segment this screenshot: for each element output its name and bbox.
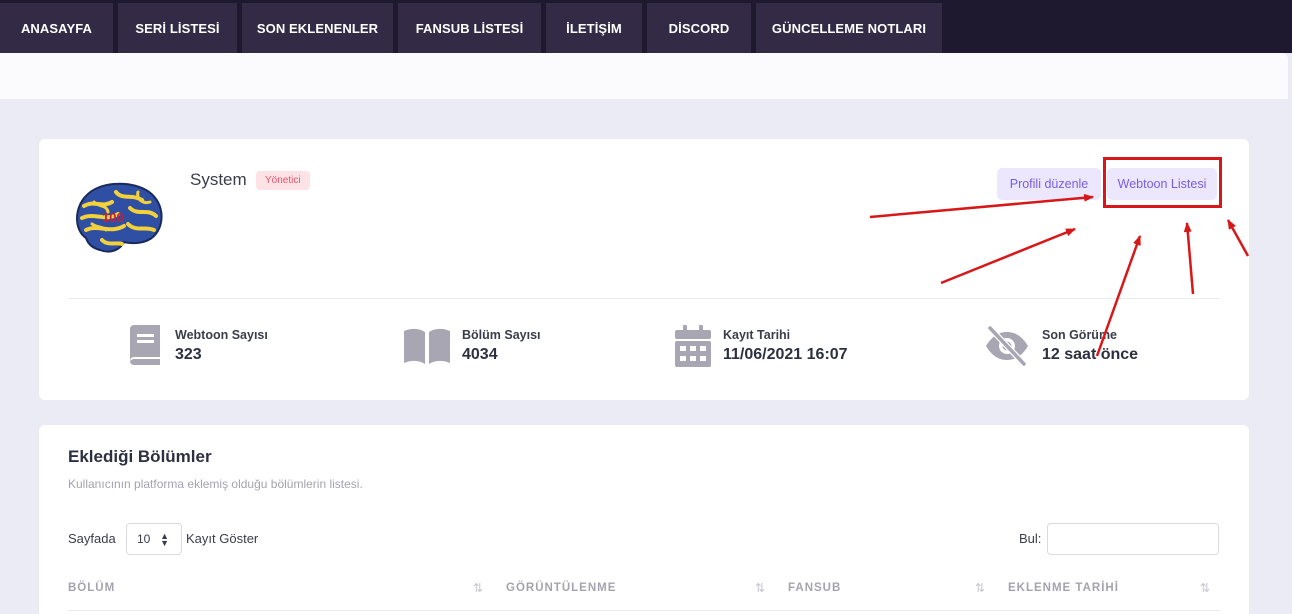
table-header-divider: [68, 610, 1220, 611]
nav-tab-discord[interactable]: DİSCORD: [647, 3, 751, 53]
nav-tab-son-eklenenler[interactable]: SON EKLENENLER: [242, 3, 393, 53]
stat-label-son-gorume: Son Görüme: [1042, 328, 1118, 342]
stat-value-webtoon: 323: [175, 346, 202, 363]
nav-tab-seri-listesi[interactable]: SERİ LİSTESİ: [118, 3, 237, 53]
sort-icon[interactable]: ⇅: [755, 581, 765, 595]
page-size-suffix: Kayıt Göster: [186, 531, 259, 546]
nav-tab-iletisim[interactable]: İLETİŞİM: [546, 3, 642, 53]
stat-value-son-gorume: 12 saat önce: [1042, 346, 1139, 363]
card-divider: [68, 298, 1220, 299]
search-input[interactable]: [1047, 523, 1219, 555]
edit-profile-button[interactable]: Profili düzenle: [997, 168, 1101, 200]
open-book-icon: [404, 328, 450, 364]
role-badge: Yönetici: [256, 171, 310, 190]
nav-tab-anasayfa[interactable]: ANASAYFA: [0, 3, 113, 53]
brain-avatar: 100: [76, 182, 163, 253]
book-icon: [130, 325, 160, 365]
page-size-select[interactable]: 10 ▲ ▼: [126, 523, 182, 555]
stat-label-webtoon: Webtoon Sayısı: [175, 328, 268, 342]
section-title: Eklediği Bölümler: [68, 447, 212, 466]
page-size-prefix: Sayfada: [68, 531, 116, 546]
eye-off-icon: [986, 326, 1028, 366]
top-navbar: ANASAYFA SERİ LİSTESİ SON EKLENENLER FAN…: [0, 0, 1292, 53]
page-size-value: 10: [137, 532, 151, 546]
select-arrows-icon: ▲ ▼: [160, 531, 169, 548]
nav-tab-fansub-listesi[interactable]: FANSUB LİSTESİ: [398, 3, 541, 53]
search-label: Bul:: [1019, 531, 1042, 546]
nav-tab-guncelleme-notlari[interactable]: GÜNCELLEME NOTLARI: [756, 3, 942, 53]
profile-username: System: [190, 170, 247, 189]
page-header-band: [0, 53, 1288, 99]
section-subtitle: Kullanıcının platforma eklemiş olduğu bö…: [68, 477, 363, 491]
stat-value-kayit: 11/06/2021 16:07: [723, 346, 848, 363]
calendar-icon: [675, 325, 711, 367]
sort-icon[interactable]: ⇅: [473, 581, 483, 595]
column-header-bolum[interactable]: BÖLÜM: [68, 582, 115, 594]
avatar-text: 100: [102, 210, 124, 225]
stat-value-bolum: 4034: [462, 346, 498, 363]
annotation-highlight-box: [1103, 157, 1222, 208]
column-header-fansub[interactable]: FANSUB: [788, 582, 841, 594]
stat-label-bolum: Bölüm Sayısı: [462, 328, 541, 342]
column-header-eklenme-tarihi[interactable]: EKLENME TARİHİ: [1008, 582, 1119, 594]
stat-label-kayit: Kayıt Tarihi: [723, 328, 791, 342]
sort-icon[interactable]: ⇅: [975, 581, 985, 595]
column-header-goruntulenme[interactable]: GÖRÜNTÜLENME: [506, 582, 616, 594]
sort-icon[interactable]: ⇅: [1200, 581, 1210, 595]
